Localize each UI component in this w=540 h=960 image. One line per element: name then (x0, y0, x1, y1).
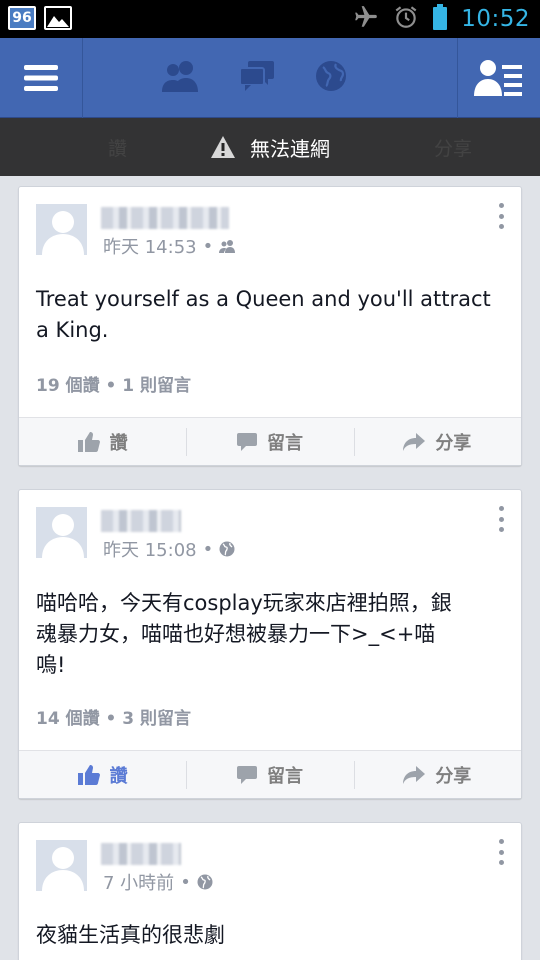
share-arrow-icon (403, 765, 426, 784)
top-navigation-bar (0, 38, 540, 118)
avatar[interactable] (36, 507, 87, 558)
post-actions: 讚 留言 分享 (19, 417, 521, 465)
notifications-globe-icon (316, 61, 346, 91)
feed-post-2: 昨天 15:08 • 喵哈哈，今天有cosplay玩家來店裡拍照，銀魂暴力女，喵… (18, 489, 522, 799)
menu-icon (24, 65, 58, 91)
share-label: 分享 (435, 765, 472, 787)
post-text: 夜貓生活真的很悲劇 (36, 923, 225, 947)
more-options-button[interactable] (497, 203, 505, 229)
clock-time: 10:52 (461, 6, 530, 32)
notification-count-badge: 96 (8, 6, 36, 30)
alarm-clock-icon (393, 4, 419, 34)
thumbs-up-icon (77, 431, 100, 452)
post-text: Treat yourself as a Queen and you'll att… (36, 287, 491, 342)
comment-label: 留言 (266, 765, 303, 787)
like-button[interactable]: 讚 (19, 418, 186, 465)
post-timestamp[interactable]: 昨天 14:53 (103, 233, 197, 259)
meta-separator: • (180, 871, 191, 893)
gallery-notification-icon (44, 6, 72, 30)
likes-comments-count[interactable]: 19 個讚 • 1 則留言 (36, 371, 191, 396)
ghost-like-label: 讚 (108, 137, 128, 160)
globe-icon (197, 874, 213, 890)
menu-button[interactable] (0, 38, 83, 118)
author-name-redacted[interactable] (101, 207, 229, 229)
feed-post-1: 昨天 14:53 • Treat yourself as a Queen and… (18, 186, 522, 466)
notifications-button[interactable] (314, 59, 348, 97)
status-bar: 96 10:52 (0, 0, 540, 38)
comment-button[interactable]: 留言 (186, 751, 353, 798)
share-arrow-icon (403, 432, 426, 451)
more-options-button[interactable] (497, 506, 505, 532)
like-button[interactable]: 讚 (19, 751, 186, 798)
meta-separator: • (202, 235, 214, 257)
comment-button[interactable]: 留言 (186, 418, 353, 465)
avatar[interactable] (36, 204, 87, 255)
post-meta: 昨天 14:53 • (103, 233, 237, 259)
post-timestamp[interactable]: 7 小時前 (103, 869, 174, 895)
thumbs-up-icon (77, 764, 100, 785)
feed-post-3: 7 小時前 • 夜貓生活真的很悲劇 (18, 822, 522, 960)
author-name-redacted[interactable] (101, 843, 181, 865)
avatar[interactable] (36, 840, 87, 891)
globe-icon (219, 541, 235, 557)
post-meta: 昨天 15:08 • (103, 536, 235, 562)
ghost-share-label: 分享 (434, 137, 473, 160)
like-label: 讚 (109, 765, 128, 787)
friends-list-button[interactable] (457, 38, 540, 118)
more-options-button[interactable] (497, 839, 505, 865)
like-label: 讚 (109, 432, 128, 454)
no-connection-banner: 讚 分享 無法連網 (0, 118, 540, 176)
messages-button[interactable] (238, 59, 276, 97)
post-text: 喵哈哈，今天有cosplay玩家來店裡拍照，銀魂暴力女，喵喵也好想被暴力一下>_… (36, 591, 452, 677)
share-button[interactable]: 分享 (353, 751, 521, 798)
battery-icon (433, 4, 448, 34)
comment-icon (236, 765, 257, 784)
friend-requests-button[interactable] (160, 59, 200, 97)
share-label: 分享 (435, 432, 472, 454)
meta-separator: • (202, 538, 214, 560)
friends-icon (219, 240, 236, 253)
airplane-mode-icon (353, 4, 379, 34)
comment-icon (236, 432, 257, 451)
post-meta: 7 小時前 • (103, 869, 213, 895)
author-name-redacted[interactable] (101, 510, 181, 532)
ghost-action-row: 讚 分享 (0, 118, 540, 176)
share-button[interactable]: 分享 (353, 418, 521, 465)
likes-comments-count[interactable]: 14 個讚 • 3 則留言 (36, 704, 191, 729)
friend-requests-icon (162, 61, 198, 92)
post-actions: 讚 留言 分享 (19, 750, 521, 798)
friends-list-icon (474, 60, 522, 96)
comment-label: 留言 (266, 432, 303, 454)
post-timestamp[interactable]: 昨天 15:08 (103, 536, 197, 562)
messages-icon (239, 61, 274, 91)
